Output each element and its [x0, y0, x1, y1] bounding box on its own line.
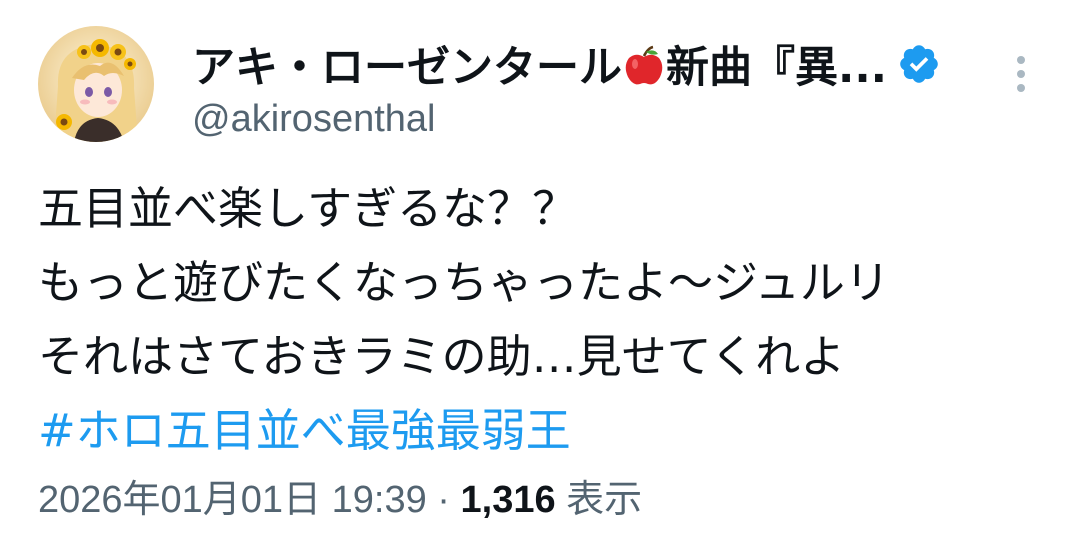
- views-label: 表示: [566, 479, 643, 521]
- more-dot: [1017, 56, 1025, 64]
- display-name[interactable]: アキ・ローゼンタール 新曲『異...: [192, 33, 887, 95]
- more-dot: [1017, 84, 1025, 92]
- tweet-card: アキ・ローゼンタール 新曲『異... @akirosenthal 五目並べ楽しす…: [0, 0, 1080, 556]
- display-name-part2: 新曲『異...: [666, 43, 888, 93]
- more-options-icon[interactable]: [1006, 52, 1036, 102]
- tweet-text: 五目並べ楽しすぎるな？？ もっと遊びたくなっちゃったよ～ジュルリ それはさておき…: [38, 172, 1048, 468]
- avatar[interactable]: [38, 26, 154, 142]
- tweet-meta: 2026年01月01日 19:39 · 1,316 表示: [38, 472, 642, 528]
- views-count: 1,316: [460, 479, 556, 521]
- tweet-line: もっと遊びたくなっちゃったよ～ジュルリ: [38, 256, 890, 309]
- display-name-part1: アキ・ローゼンタール: [192, 43, 622, 93]
- more-dot: [1017, 70, 1025, 78]
- timestamp[interactable]: 2026年01月01日 19:39: [38, 479, 427, 521]
- hashtag-link[interactable]: #ホロ五目並べ最強最弱王: [38, 394, 1048, 468]
- avatar-image: [38, 26, 154, 142]
- verified-badge-icon: [900, 45, 938, 83]
- apple-icon: [625, 45, 663, 85]
- tweet-author: アキ・ローゼンタール 新曲『異... @akirosenthal: [192, 36, 972, 141]
- tweet-line: それはさておきラミの助…見せてくれよ: [38, 330, 846, 383]
- meta-separator: ·: [437, 479, 450, 521]
- name-row: アキ・ローゼンタール 新曲『異...: [192, 33, 972, 95]
- user-handle[interactable]: @akirosenthal: [192, 98, 972, 141]
- tweet-line: 五目並べ楽しすぎるな？？: [38, 182, 578, 235]
